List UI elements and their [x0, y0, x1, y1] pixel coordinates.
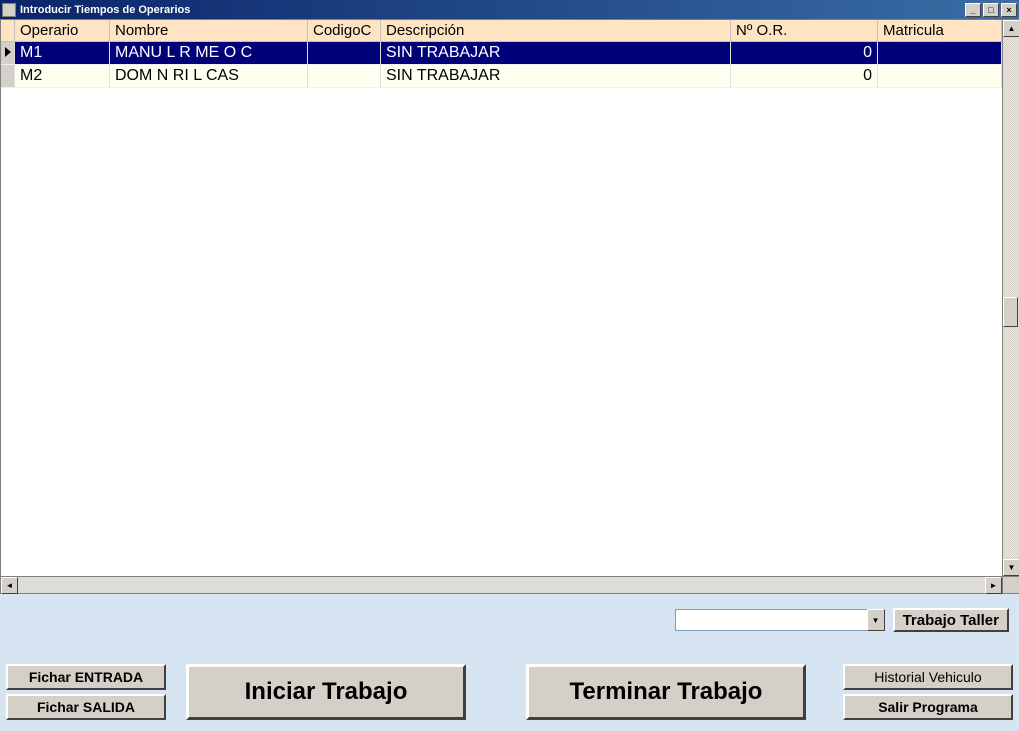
cell-descripcion[interactable]: SIN TRABAJAR — [381, 42, 731, 65]
title-bar: Introducir Tiempos de Operarios _ □ × — [0, 0, 1019, 19]
scroll-up-button[interactable]: ▲ — [1003, 20, 1019, 37]
cell-descripcion[interactable]: SIN TRABAJAR — [381, 65, 731, 88]
trabajo-taller-row: ▼ Trabajo Taller — [6, 604, 1013, 644]
system-menu-icon[interactable] — [2, 3, 16, 17]
col-codigoc-header[interactable]: CodigoC — [308, 20, 381, 42]
grid-header-row: Operario Nombre CodigoC Descripción Nº O… — [1, 20, 1002, 42]
vertical-scrollbar[interactable]: ▲ ▼ — [1002, 20, 1019, 576]
historial-vehiculo-button[interactable]: Historial Vehiculo — [843, 664, 1013, 690]
cell-operario[interactable]: M1 — [15, 42, 110, 65]
cell-codigoc[interactable] — [308, 42, 381, 65]
cell-codigoc[interactable] — [308, 65, 381, 88]
trabajo-combo-input[interactable] — [675, 609, 867, 631]
record-selector[interactable] — [1, 65, 15, 88]
right-column: Historial Vehiculo Salir Programa — [843, 664, 1013, 720]
salir-programa-button[interactable]: Salir Programa — [843, 694, 1013, 720]
maximize-button[interactable]: □ — [983, 3, 999, 17]
close-button[interactable]: × — [1001, 3, 1017, 17]
scrollbar-corner — [1002, 576, 1019, 593]
record-selector-header — [1, 20, 15, 42]
cell-nombre[interactable]: MANU L R ME O C — [110, 42, 308, 65]
operators-grid[interactable]: Operario Nombre CodigoC Descripción Nº O… — [0, 19, 1019, 594]
col-operario-header[interactable]: Operario — [15, 20, 110, 42]
fichar-entrada-button[interactable]: Fichar ENTRADA — [6, 664, 166, 690]
work-buttons: Iniciar Trabajo Terminar Trabajo — [186, 664, 806, 720]
table-row[interactable]: M2 DOM N RI L CAS SIN TRABAJAR 0 — [1, 65, 1002, 88]
col-matricula-header[interactable]: Matricula — [878, 20, 1002, 42]
scroll-left-button[interactable]: ◄ — [1, 577, 18, 594]
col-nor-header[interactable]: Nº O.R. — [731, 20, 878, 42]
minimize-button[interactable]: _ — [965, 3, 981, 17]
cell-nombre[interactable]: DOM N RI L CAS — [110, 65, 308, 88]
col-nombre-header[interactable]: Nombre — [110, 20, 308, 42]
window-buttons: _ □ × — [963, 3, 1017, 17]
window-title: Introducir Tiempos de Operarios — [20, 4, 963, 16]
cell-matricula[interactable] — [878, 42, 1002, 65]
terminar-trabajo-button[interactable]: Terminar Trabajo — [526, 664, 806, 720]
scroll-right-button[interactable]: ► — [985, 577, 1002, 594]
col-descripcion-header[interactable]: Descripción — [381, 20, 731, 42]
trabajo-combo[interactable]: ▼ — [675, 609, 885, 631]
bottom-panel: ▼ Trabajo Taller Fichar ENTRADA Fichar S… — [0, 594, 1019, 731]
grid-table[interactable]: Operario Nombre CodigoC Descripción Nº O… — [1, 20, 1002, 88]
fichar-column: Fichar ENTRADA Fichar SALIDA — [6, 664, 166, 720]
client-area: Operario Nombre CodigoC Descripción Nº O… — [0, 19, 1019, 731]
horizontal-scrollbar[interactable]: ◄ ► — [1, 576, 1002, 593]
iniciar-trabajo-button[interactable]: Iniciar Trabajo — [186, 664, 466, 720]
table-row[interactable]: M1 MANU L R ME O C SIN TRABAJAR 0 — [1, 42, 1002, 65]
combo-dropdown-button[interactable]: ▼ — [867, 609, 885, 631]
record-selector[interactable] — [1, 42, 15, 65]
cell-nor[interactable]: 0 — [731, 42, 878, 65]
vertical-scroll-thumb[interactable] — [1003, 297, 1018, 327]
cell-operario[interactable]: M2 — [15, 65, 110, 88]
main-buttons-row: Fichar ENTRADA Fichar SALIDA Iniciar Tra… — [6, 644, 1013, 720]
scroll-down-button[interactable]: ▼ — [1003, 559, 1019, 576]
cell-matricula[interactable] — [878, 65, 1002, 88]
current-row-marker-icon — [5, 47, 11, 57]
cell-nor[interactable]: 0 — [731, 65, 878, 88]
fichar-salida-button[interactable]: Fichar SALIDA — [6, 694, 166, 720]
trabajo-taller-button[interactable]: Trabajo Taller — [893, 608, 1009, 632]
